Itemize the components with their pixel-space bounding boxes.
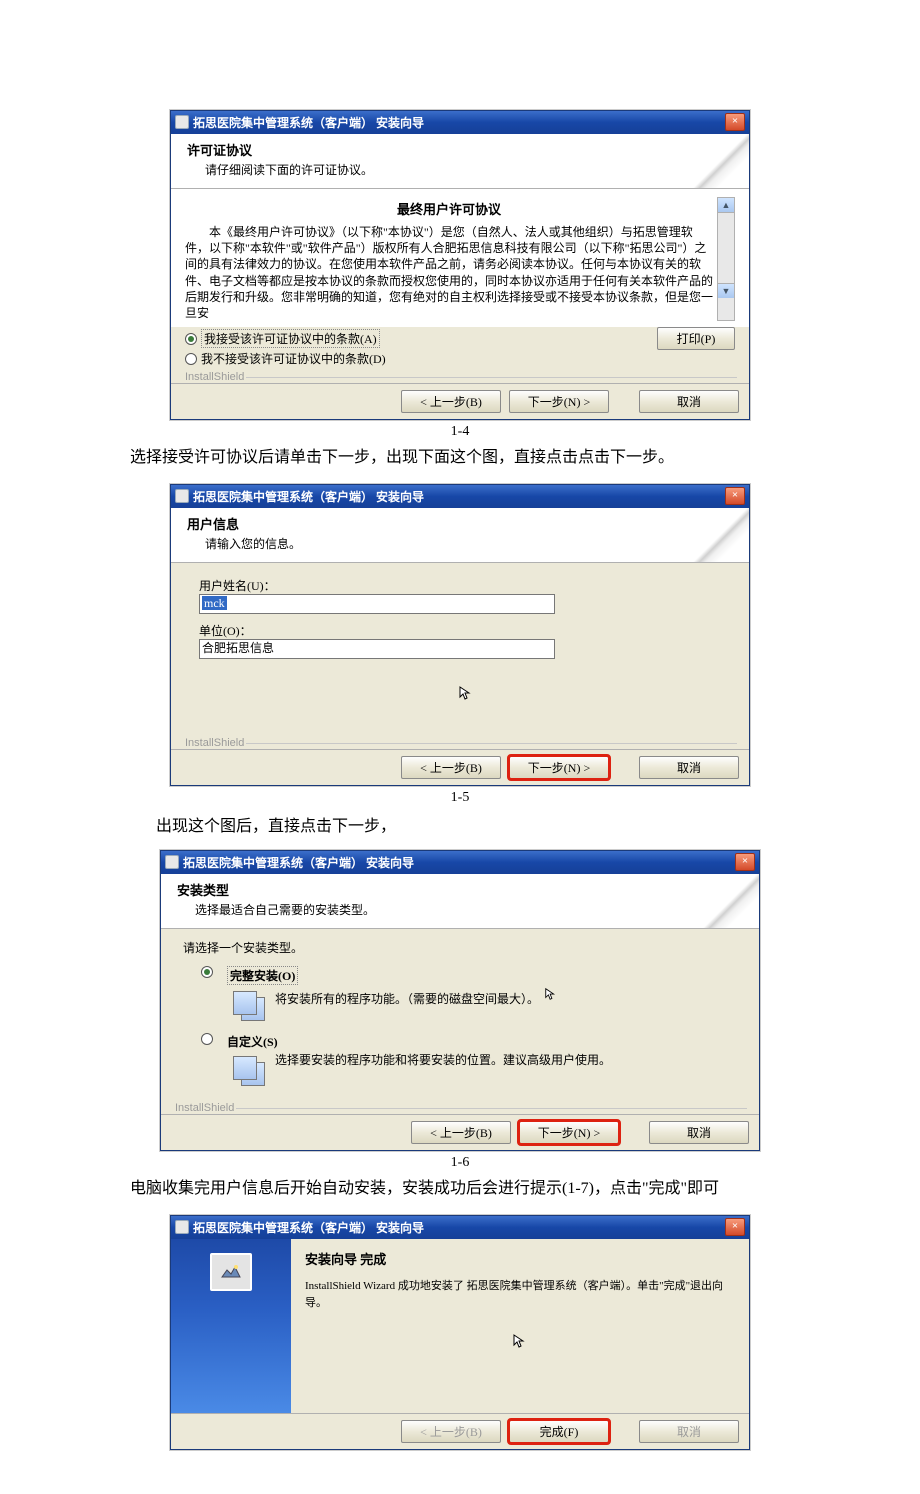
footer: < 上一步(B) 下一步(N) > 取消 (171, 749, 749, 785)
header-title: 用户信息 (187, 514, 737, 533)
scrollbar[interactable]: ▲ ▼ (717, 197, 735, 321)
username-input[interactable]: mck (199, 594, 555, 614)
cancel-button[interactable]: 取消 (639, 756, 739, 779)
footer: < 上一步(B) 下一步(N) > 取消 (161, 1114, 759, 1150)
option-custom[interactable]: 自定义(S) 选择要安装的程序功能和将要安装的位置。建议高级用户使用。 (201, 1033, 743, 1088)
radio-accept[interactable]: 我接受该许可证协议中的条款(A) (185, 329, 657, 348)
close-icon[interactable]: × (725, 1218, 745, 1236)
cancel-button[interactable]: 取消 (649, 1121, 749, 1144)
next-button[interactable]: 下一步(N) > (509, 756, 609, 779)
paragraph: 电脑收集完用户信息后开始自动安装，安装成功后会进行提示(1-7)，点击"完成"即… (0, 1177, 920, 1201)
radio-decline-label: 我不接受该许可证协议中的条款(D) (201, 350, 386, 367)
radio-icon (201, 1033, 213, 1045)
cancel-button: 取消 (639, 1420, 739, 1443)
option-full-label: 完整安装(O) (227, 966, 298, 985)
header: 安装类型 选择最适合自己需要的安装类型。 (161, 874, 759, 929)
installshield-label: InstallShield (171, 1102, 234, 1114)
finish-message: InstallShield Wizard 成功地安装了 拓思医院集中管理系统（客… (305, 1278, 735, 1311)
figure-caption: 1-6 (0, 1155, 920, 1171)
radio-icon (185, 353, 197, 365)
figure-caption: 1-4 (0, 424, 920, 440)
header: 许可证协议 请仔细阅读下面的许可证协议。 (171, 134, 749, 189)
back-button[interactable]: < 上一步(B) (411, 1121, 511, 1144)
dialog-installtype: 拓思医院集中管理系统（客户端） 安装向导 × 安装类型 选择最适合自己需要的安装… (160, 850, 760, 1151)
titlebar[interactable]: 拓思医院集中管理系统（客户端） 安装向导 × (171, 485, 749, 508)
left-graphic-panel (171, 1239, 291, 1413)
finish-logo-icon (210, 1253, 252, 1291)
back-button[interactable]: < 上一步(B) (401, 390, 501, 413)
eula-text: 本《最终用户许可协议》（以下称"本协议"）是您（自然人、法人或其他组织）与拓思管… (185, 224, 713, 321)
org-input[interactable]: 合肥拓思信息 (199, 639, 555, 659)
titlebar[interactable]: 拓思医院集中管理系统（客户端） 安装向导 × (161, 851, 759, 874)
radio-icon (201, 966, 213, 978)
option-custom-desc: 选择要安装的程序功能和将要安装的位置。建议高级用户使用。 (275, 1052, 611, 1068)
header-subtitle: 选择最适合自己需要的安装类型。 (195, 901, 747, 918)
next-button[interactable]: 下一步(N) > (519, 1121, 619, 1144)
prompt-text: 请选择一个安装类型。 (183, 939, 743, 956)
radio-icon (185, 333, 197, 345)
finish-button[interactable]: 完成(F) (509, 1420, 609, 1443)
close-icon[interactable]: × (735, 853, 755, 871)
eula-heading: 最终用户许可协议 (185, 199, 713, 218)
close-icon[interactable]: × (725, 113, 745, 131)
back-button[interactable]: < 上一步(B) (401, 756, 501, 779)
page-curl-decor (689, 874, 759, 928)
back-button: < 上一步(B) (401, 1420, 501, 1443)
option-full[interactable]: 完整安装(O) 将安装所有的程序功能。（需要的磁盘空间最大）。 (201, 966, 743, 1023)
dialog-finish: 拓思医院集中管理系统（客户端） 安装向导 × 安装向导 完成 InstallSh… (170, 1215, 750, 1450)
window-title: 拓思医院集中管理系统（客户端） 安装向导 (193, 1219, 424, 1236)
option-custom-label: 自定义(S) (227, 1033, 743, 1050)
window-title: 拓思医院集中管理系统（客户端） 安装向导 (193, 488, 424, 505)
radio-decline[interactable]: 我不接受该许可证协议中的条款(D) (185, 350, 657, 367)
scroll-down-icon[interactable]: ▼ (718, 283, 734, 298)
cursor-icon (458, 685, 474, 701)
footer: < 上一步(B) 下一步(N) > 取消 (171, 383, 749, 419)
header-title: 许可证协议 (187, 140, 737, 159)
next-button[interactable]: 下一步(N) > (509, 390, 609, 413)
header-subtitle: 请输入您的信息。 (205, 535, 737, 552)
dialog-userinfo: 拓思医院集中管理系统（客户端） 安装向导 × 用户信息 请输入您的信息。 用户姓… (170, 484, 750, 786)
app-icon (165, 855, 179, 869)
cancel-button[interactable]: 取消 (639, 390, 739, 413)
box-icon (227, 1052, 267, 1088)
window-title: 拓思医院集中管理系统（客户端） 安装向导 (183, 854, 414, 871)
cursor-icon (544, 987, 560, 1003)
box-icon (227, 987, 267, 1023)
option-full-desc: 将安装所有的程序功能。（需要的磁盘空间最大）。 (275, 987, 560, 1007)
app-icon (175, 1220, 189, 1234)
titlebar[interactable]: 拓思医院集中管理系统（客户端） 安装向导 × (171, 1216, 749, 1239)
titlebar[interactable]: 拓思医院集中管理系统（客户端） 安装向导 × (171, 111, 749, 134)
header-title: 安装类型 (177, 880, 747, 899)
installshield-label: InstallShield (181, 371, 244, 383)
page-curl-decor (679, 134, 749, 188)
paragraph: 选择接受许可协议后请单击下一步，出现下面这个图，直接点击点击下一步。 (0, 446, 920, 470)
app-icon (175, 115, 189, 129)
paragraph: 出现这个图后，直接点击下一步， (0, 812, 920, 836)
figure-caption: 1-5 (0, 790, 920, 806)
scroll-up-icon[interactable]: ▲ (718, 198, 734, 213)
radio-accept-label: 我接受该许可证协议中的条款(A) (201, 329, 380, 348)
finish-title: 安装向导 完成 (305, 1249, 735, 1268)
label-org: 单位(O)： (199, 622, 733, 639)
window-title: 拓思医院集中管理系统（客户端） 安装向导 (193, 114, 424, 131)
print-button[interactable]: 打印(P) (657, 327, 735, 350)
dialog-license: 拓思医院集中管理系统（客户端） 安装向导 × 许可证协议 请仔细阅读下面的许可证… (170, 110, 750, 420)
installshield-label: InstallShield (181, 737, 244, 749)
cursor-icon (512, 1333, 528, 1349)
header-subtitle: 请仔细阅读下面的许可证协议。 (205, 161, 737, 178)
label-username: 用户姓名(U)： (199, 577, 733, 594)
header: 用户信息 请输入您的信息。 (171, 508, 749, 563)
footer: < 上一步(B) 完成(F) 取消 (171, 1413, 749, 1449)
page-curl-decor (679, 508, 749, 562)
app-icon (175, 489, 189, 503)
close-icon[interactable]: × (725, 487, 745, 505)
